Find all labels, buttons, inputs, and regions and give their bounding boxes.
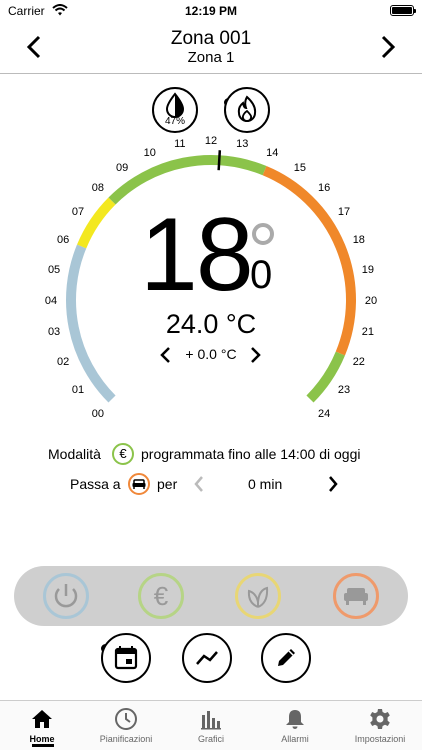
humidity-button[interactable]: 47% (152, 87, 198, 133)
tab-label: Impostazioni (354, 734, 406, 744)
mode-description: programmata fino alle 14:00 di oggi (141, 446, 361, 462)
hour-label: 17 (338, 206, 350, 218)
zone-title: Zona 001 (170, 28, 252, 49)
sofa-icon[interactable] (128, 473, 150, 495)
mode-comfort-button[interactable] (333, 573, 379, 619)
edit-button[interactable] (261, 633, 311, 683)
sofa-icon (344, 588, 368, 605)
tab-grafici[interactable]: Grafici (169, 705, 253, 747)
switch-per-label: per (157, 476, 178, 492)
hour-label: 23 (338, 384, 350, 396)
hour-label: 18 (353, 234, 365, 246)
hour-label: 12 (205, 135, 217, 147)
hour-label: 15 (294, 162, 306, 174)
current-time-marker (217, 150, 222, 171)
mode-economy-button[interactable]: € (138, 573, 184, 619)
hour-label: 06 (57, 234, 69, 246)
degree-symbol (252, 223, 274, 245)
economy-icon: € (112, 443, 134, 465)
chevron-right-icon[interactable] (246, 345, 264, 365)
hour-label: 19 (362, 264, 374, 276)
tab-bar: Home Pianificazioni Grafici Allarmi Impo… (0, 700, 422, 750)
active-tab-indicator (32, 744, 54, 747)
mode-info: Modalità € programmata fino alle 14:00 d… (0, 442, 422, 468)
chevron-right-icon[interactable] (326, 475, 340, 493)
heating-button[interactable] (224, 87, 270, 133)
offset-value: + 0.0 °C (185, 346, 237, 362)
gauge-segment[interactable] (77, 197, 116, 249)
tab-home[interactable]: Home (0, 705, 84, 747)
pencil-icon (278, 649, 295, 666)
tab-label: Pianificazioni (99, 734, 153, 744)
tab-impostazioni[interactable]: Impostazioni (338, 705, 422, 747)
hour-label: 04 (45, 295, 57, 307)
tab-label: Grafici (197, 734, 224, 744)
humidity-value: 47% (164, 116, 185, 127)
measured-temperature: 24.0 °C (165, 309, 257, 339)
mode-off-button[interactable] (43, 573, 89, 619)
gauge-segment[interactable] (108, 155, 267, 205)
hour-label: 05 (48, 264, 60, 276)
calendar-icon (114, 646, 138, 670)
leaf-icon (247, 586, 269, 608)
offset-control: + 0.0 °C (0, 344, 422, 366)
hour-label: 01 (72, 384, 84, 396)
clock-icon (115, 708, 137, 730)
tab-pianificazioni[interactable]: Pianificazioni (84, 705, 168, 747)
trend-icon (196, 651, 218, 665)
chevron-left-icon (194, 476, 203, 492)
hour-label: 08 (92, 182, 104, 194)
home-icon (32, 710, 52, 728)
switch-label: Passa a (70, 476, 121, 492)
graph-button[interactable] (182, 633, 232, 683)
hour-label: 20 (365, 295, 377, 307)
tab-label: Allarmi (281, 734, 309, 744)
hour-label: 24 (318, 408, 330, 420)
gear-icon (370, 709, 390, 729)
hour-label: 09 (116, 162, 128, 174)
battery-icon (390, 5, 416, 16)
tab-label: Home (29, 734, 55, 744)
hour-label: 16 (318, 182, 330, 194)
hour-label: 10 (144, 147, 156, 159)
hour-label: 07 (72, 206, 84, 218)
power-icon (54, 584, 78, 608)
hour-label: 00 (92, 408, 104, 420)
chevron-right-icon[interactable] (372, 32, 402, 62)
mode-selector: € (14, 566, 408, 626)
bell-icon (286, 710, 304, 729)
mode-label: Modalità (48, 446, 101, 462)
zone-subtitle: Zona 1 (187, 49, 235, 66)
mode-eco-leaf-button[interactable] (235, 573, 281, 619)
hour-label: 13 (236, 138, 248, 150)
nav-header: Zona 001 Zona 1 (0, 22, 422, 74)
setpoint-integer: 18 (140, 197, 254, 313)
status-time: 12:19 PM (184, 4, 238, 18)
switch-duration: 0 min (248, 476, 283, 492)
hour-label: 11 (174, 138, 185, 150)
hour-label: 14 (266, 147, 278, 159)
status-bar: Carrier 12:19 PM (0, 0, 422, 22)
euro-icon: € (153, 581, 169, 611)
tab-allarmi[interactable]: Allarmi (253, 705, 337, 747)
bar-chart-icon (201, 711, 221, 730)
switch-mode-row: Passa a per 0 min (0, 472, 422, 498)
flame-icon (237, 95, 257, 122)
calendar-button[interactable] (101, 633, 151, 683)
setpoint-decimal: 0 (250, 253, 273, 297)
